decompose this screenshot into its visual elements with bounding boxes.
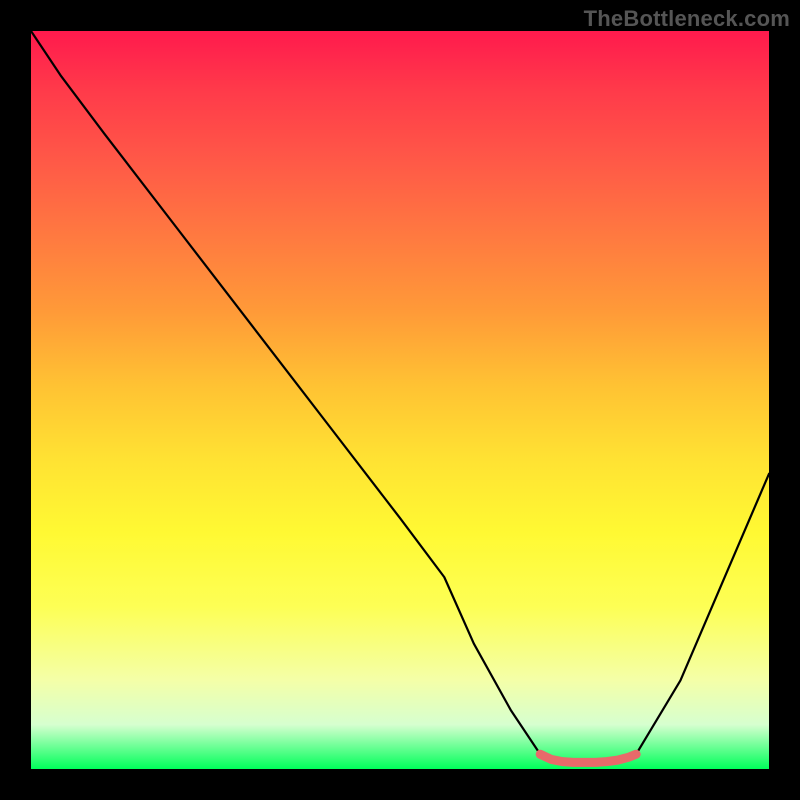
curve-layer	[31, 31, 769, 769]
watermark-text: TheBottleneck.com	[584, 6, 790, 32]
plot-area	[31, 31, 769, 769]
chart-container: TheBottleneck.com	[0, 0, 800, 800]
valley-highlight	[540, 754, 636, 762]
bottleneck-curve	[31, 31, 769, 762]
